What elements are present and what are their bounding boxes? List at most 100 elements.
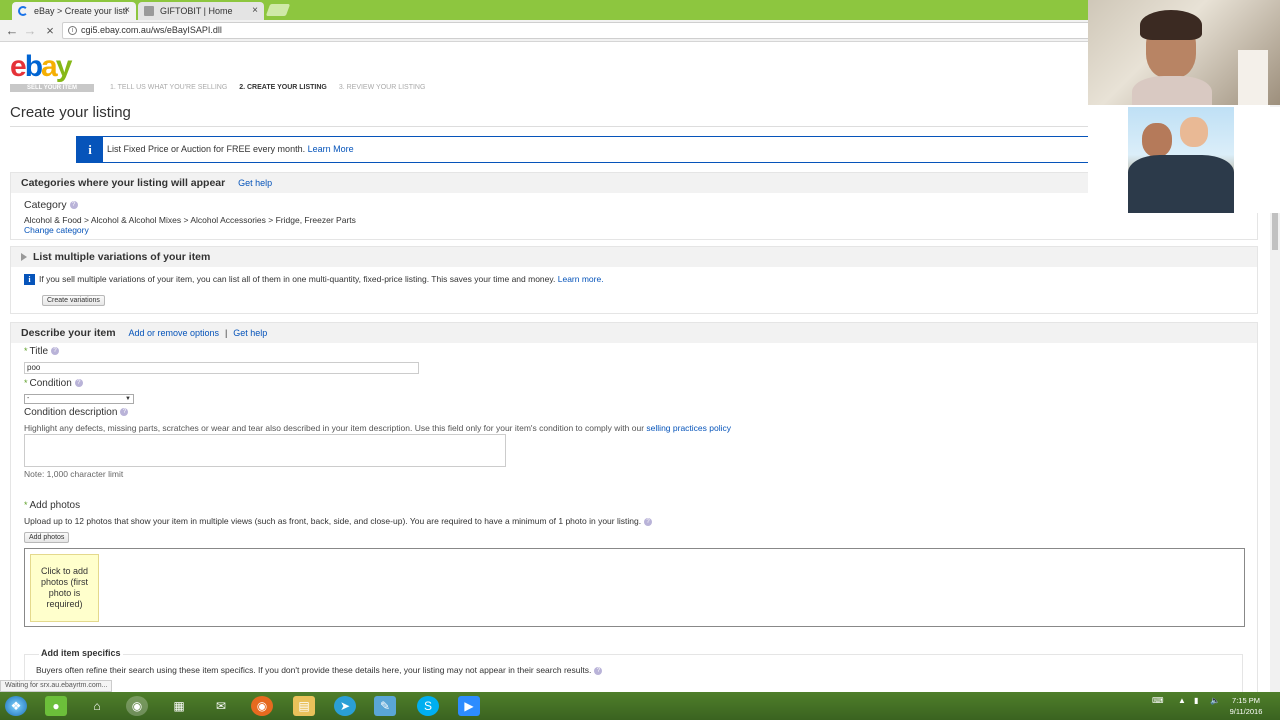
expand-triangle-icon[interactable] [21, 253, 27, 262]
progress-steps: 1. TELL US WHAT YOU'RE SELLING 2. CREATE… [110, 84, 435, 91]
chevron-down-icon: ▼ [125, 396, 131, 402]
title-label: * Title? [24, 346, 60, 357]
photo-upload-area: Click to add photos (first photo is requ… [24, 548, 1245, 627]
title-input[interactable]: poo [24, 362, 419, 374]
tab-giftobit[interactable]: GIFTOBIT | Home × [138, 2, 264, 20]
tray-chevron-icon[interactable]: ▲ [1178, 696, 1186, 705]
clock-time: 7:15 PM [1232, 696, 1260, 705]
page-title: Create your listing [10, 104, 131, 121]
network-icon[interactable]: ▮ [1194, 696, 1198, 705]
address-bar[interactable]: i cgi5.ebay.com.au/ws/eBayISAPI.dll [62, 22, 1092, 39]
category-path: Alcohol & Food > Alcohol & Alcohol Mixes… [24, 215, 356, 225]
scrollbar-thumb[interactable] [1272, 212, 1278, 250]
home-icon[interactable]: ⌂ [86, 696, 108, 716]
child-face [1180, 117, 1208, 147]
item-specifics-help: Buyers often refine their search using t… [36, 665, 603, 675]
learn-more-link[interactable]: Learn more. [558, 274, 604, 284]
section-header[interactable]: List multiple variations of your item [11, 247, 1257, 267]
section-header: Describe your item Add or remove options… [11, 323, 1257, 343]
close-tab-icon[interactable]: × [252, 2, 258, 20]
ebay-logo[interactable]: ebay [10, 50, 72, 84]
item-specifics-heading: Add item specifics [39, 648, 123, 658]
get-help-link[interactable]: Get help [238, 178, 272, 188]
change-category-link[interactable]: Change category [24, 225, 89, 235]
info-icon: i [77, 137, 103, 162]
photo-slot[interactable]: Click to add photos (first photo is requ… [30, 554, 99, 622]
remote-photo [1128, 107, 1234, 213]
help-icon[interactable]: ? [74, 379, 83, 388]
person-shirt [1132, 76, 1212, 105]
start-orb-icon[interactable]: ❖ [5, 696, 27, 716]
calculator-icon[interactable]: ▦ [168, 696, 190, 716]
back-arrow-icon[interactable]: ← [4, 23, 20, 39]
help-icon[interactable]: ? [69, 201, 78, 210]
windows-taskbar: ❖ ● ⌂ ◉ ▦ ✉ ◉ ▤ ➤ ✎ S ▶ ⌨ ▲ ▮ 🔈 7:15 PM … [0, 692, 1280, 720]
step-1: 1. TELL US WHAT YOU'RE SELLING [110, 84, 228, 91]
info-icon: i [24, 274, 35, 286]
get-help-link[interactable]: Get help [233, 328, 267, 338]
add-photos-label: * Add photos [24, 500, 81, 511]
people-clothing [1128, 155, 1234, 213]
add-remove-options-link[interactable]: Add or remove options [128, 328, 219, 338]
variations-info: i If you sell multiple variations of your… [24, 274, 604, 286]
person-hair [1140, 10, 1202, 40]
item-specifics-section: Add item specifics Buyers often refine t… [24, 648, 1243, 692]
help-icon[interactable]: ? [644, 517, 653, 526]
page-icon [144, 6, 154, 16]
site-info-icon[interactable]: i [68, 26, 77, 35]
background-window [1238, 50, 1268, 105]
add-photos-button[interactable]: Add photos [24, 532, 70, 543]
app-green-icon[interactable]: ● [45, 696, 67, 716]
skype-icon[interactable]: S [417, 696, 439, 716]
learn-more-link[interactable]: Learn More [308, 144, 354, 154]
tab-label: GIFTOBIT | Home [160, 6, 233, 16]
close-tab-icon[interactable]: × [124, 2, 130, 20]
banner-text: List Fixed Price or Auction for FREE eve… [107, 144, 354, 154]
condition-select[interactable]: - ▼ [24, 394, 134, 404]
stop-loading-icon[interactable]: × [42, 23, 58, 39]
zoom-icon[interactable]: ▶ [458, 696, 480, 716]
section-header: Categories where your listing will appea… [11, 173, 1257, 193]
condition-description-label: Condition description? [24, 407, 129, 418]
step-2: 2. CREATE YOUR LISTING [239, 84, 327, 91]
required-mark: * [24, 378, 28, 388]
firefox-icon[interactable]: ◉ [251, 696, 273, 716]
category-label: Category? [24, 199, 78, 211]
character-limit-note: Note: 1,000 character limit [24, 469, 124, 479]
variations-section: List multiple variations of your item iI… [10, 246, 1258, 314]
divider [10, 126, 1260, 127]
condition-description-textarea[interactable] [24, 434, 506, 467]
system-clock[interactable]: 7:15 PM 9/11/2016 [1226, 695, 1266, 717]
add-photos-help: Upload up to 12 photos that show your it… [24, 516, 653, 526]
video-feed-remote [1088, 107, 1280, 213]
help-icon[interactable]: ? [51, 347, 60, 356]
keyboard-icon[interactable]: ⌨ [1152, 696, 1164, 705]
clock-date: 9/11/2016 [1229, 707, 1263, 716]
folder-icon[interactable]: ▤ [293, 696, 315, 716]
help-icon[interactable]: ? [120, 408, 129, 417]
notes-icon[interactable]: ✎ [374, 696, 396, 716]
new-tab-button[interactable] [265, 4, 291, 16]
describe-section: Describe your item Add or remove options… [10, 322, 1258, 692]
link-separator: | [224, 328, 228, 338]
video-feed-self [1088, 0, 1280, 105]
volume-icon[interactable]: 🔈 [1210, 696, 1220, 705]
forward-arrow-icon[interactable]: → [22, 23, 38, 39]
create-variations-button[interactable]: Create variations [42, 295, 105, 306]
condition-description-help: Highlight any defects, missing parts, sc… [24, 423, 731, 433]
telegram-icon[interactable]: ➤ [334, 696, 356, 716]
tab-label: eBay > Create your listi [34, 6, 128, 16]
help-icon[interactable]: ? [594, 666, 603, 675]
selling-practices-link[interactable]: selling practices policy [646, 423, 731, 433]
categories-section: Categories where your listing will appea… [10, 172, 1258, 240]
tab-ebay[interactable]: eBay > Create your listi × [12, 2, 136, 20]
loading-spinner-icon [18, 6, 28, 16]
step-3: 3. REVIEW YOUR LISTING [338, 84, 426, 91]
page-content: ebay SELL YOUR ITEM 1. TELL US WHAT YOU'… [0, 42, 1270, 692]
browser-status-bar: Waiting for srx.au.ebayrtm.com... [0, 680, 113, 692]
sell-your-item-badge: SELL YOUR ITEM [10, 84, 94, 92]
promo-banner: i List Fixed Price or Auction for FREE e… [76, 136, 1260, 163]
mail-icon[interactable]: ✉ [210, 696, 232, 716]
adult-face [1142, 123, 1172, 157]
chrome-icon[interactable]: ◉ [126, 696, 148, 716]
